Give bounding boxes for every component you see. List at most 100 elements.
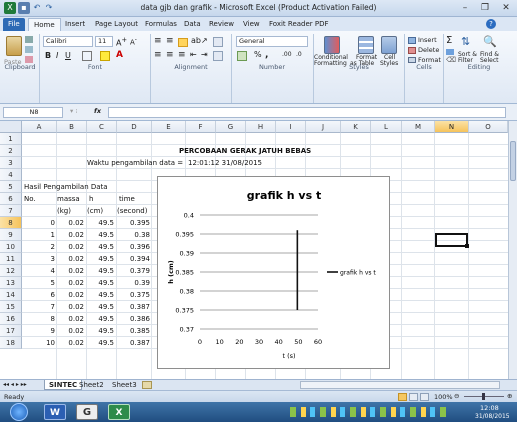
cell-h[interactable]: 49.5 <box>84 325 114 337</box>
zoom-slider-thumb[interactable] <box>482 393 485 400</box>
cell-time[interactable]: 0.396 <box>120 241 150 253</box>
tab-file[interactable]: File <box>3 18 25 31</box>
help-icon[interactable]: ? <box>486 19 496 29</box>
cell-h[interactable]: 49.5 <box>84 313 114 325</box>
clock-date[interactable]: 31/08/2015 <box>475 413 510 420</box>
cell-time[interactable]: 0.395 <box>120 217 150 229</box>
cell-time[interactable]: 0.387 <box>120 301 150 313</box>
insert-sheet-icon[interactable] <box>142 381 152 389</box>
select-all-corner[interactable] <box>0 121 22 133</box>
cell-h[interactable]: 49.5 <box>84 229 114 241</box>
font-name-select[interactable]: Calibri <box>43 36 93 47</box>
cell-h[interactable]: 49.5 <box>84 277 114 289</box>
insert-cells-icon[interactable] <box>408 37 416 44</box>
row-header-7[interactable]: 7 <box>0 205 22 217</box>
row-header-5[interactable]: 5 <box>0 181 22 193</box>
borders-icon[interactable] <box>82 51 92 61</box>
insert-function-icon[interactable]: fx <box>94 107 101 115</box>
row-header-16[interactable]: 16 <box>0 313 22 325</box>
cell-massa[interactable]: 0.02 <box>54 337 84 349</box>
cell-waktu-label[interactable]: Waktu pengambilan data = <box>87 157 183 169</box>
cell-no[interactable]: 9 <box>25 325 55 337</box>
cell-time[interactable]: 0.387 <box>120 337 150 349</box>
selected-cell[interactable] <box>435 233 468 247</box>
cell-no[interactable]: 10 <box>25 337 55 349</box>
wrap-text-icon[interactable] <box>213 37 223 47</box>
currency-icon[interactable] <box>237 51 247 61</box>
bold-icon[interactable]: B <box>45 51 51 60</box>
cell-massa[interactable]: 0.02 <box>54 301 84 313</box>
align-top-icon[interactable]: ≡ <box>154 36 162 46</box>
column-header-i[interactable]: I <box>276 121 306 133</box>
align-bottom-icon[interactable] <box>178 38 188 47</box>
italic-icon[interactable]: I <box>56 51 58 60</box>
column-header-f[interactable]: F <box>186 121 216 133</box>
word-taskbar-icon[interactable]: W <box>44 404 66 420</box>
column-header-l[interactable]: L <box>371 121 402 133</box>
cell-no[interactable]: 7 <box>25 301 55 313</box>
cell-massa[interactable]: 0.02 <box>54 241 84 253</box>
row-header-1[interactable]: 1 <box>0 133 22 145</box>
increase-indent-icon[interactable]: ⇥ <box>201 50 208 59</box>
tab-home[interactable]: Home <box>28 18 61 31</box>
insert-label[interactable]: Insert <box>418 36 437 44</box>
fill-icon[interactable] <box>446 49 454 55</box>
underline-icon[interactable]: U <box>65 51 71 60</box>
restore-button[interactable]: ❐ <box>475 1 495 15</box>
column-header-g[interactable]: G <box>216 121 246 133</box>
cell-h[interactable]: 49.5 <box>84 253 114 265</box>
cell-unit-massa[interactable]: (kg) <box>57 205 71 217</box>
conditional-formatting-icon[interactable] <box>324 36 340 54</box>
normal-view-icon[interactable] <box>398 393 407 401</box>
row-header-2[interactable]: 2 <box>0 145 22 157</box>
merge-center-icon[interactable] <box>213 51 223 61</box>
cell-h[interactable]: 49.5 <box>84 265 114 277</box>
shrink-font-icon[interactable]: A- <box>130 37 137 46</box>
cell-massa[interactable]: 0.02 <box>54 217 84 229</box>
column-header-b[interactable]: B <box>57 121 87 133</box>
paste-icon[interactable] <box>6 36 22 56</box>
cell-header-h[interactable]: h <box>89 193 93 205</box>
orientation-icon[interactable]: ab↗ <box>191 36 208 45</box>
cell-no[interactable]: 0 <box>25 217 55 229</box>
tab-insert[interactable]: Insert <box>60 18 90 31</box>
tab-page-layout[interactable]: Page Layout <box>90 18 143 31</box>
row-header-3[interactable]: 3 <box>0 157 22 169</box>
row-header-13[interactable]: 13 <box>0 277 22 289</box>
cell-title[interactable]: PERCOBAAN GERAK JATUH BEBAS <box>179 145 311 157</box>
cell-no[interactable]: 5 <box>25 277 55 289</box>
delete-cells-icon[interactable] <box>408 47 416 54</box>
cell-massa[interactable]: 0.02 <box>54 313 84 325</box>
system-tray-icons[interactable] <box>290 407 450 417</box>
row-header-9[interactable]: 9 <box>0 229 22 241</box>
zoom-in-icon[interactable]: ⊕ <box>507 392 512 400</box>
cell-massa[interactable]: 0.02 <box>54 325 84 337</box>
tab-formulas[interactable]: Formulas <box>140 18 182 31</box>
cell-massa[interactable]: 0.02 <box>54 229 84 241</box>
font-color-icon[interactable]: A <box>116 50 123 60</box>
column-header-c[interactable]: C <box>87 121 117 133</box>
row-header-8[interactable]: 8 <box>0 217 22 229</box>
start-button-icon[interactable] <box>10 403 28 421</box>
app-taskbar-icon[interactable]: G <box>76 404 98 420</box>
font-size-select[interactable]: 11 <box>95 36 113 47</box>
cut-icon[interactable] <box>25 36 33 43</box>
sheet-tab-sheet2[interactable]: Sheet2 <box>75 380 108 390</box>
cell-massa[interactable]: 0.02 <box>54 265 84 277</box>
align-right-icon[interactable]: ≡ <box>178 50 186 60</box>
row-header-17[interactable]: 17 <box>0 325 22 337</box>
row-header-15[interactable]: 15 <box>0 301 22 313</box>
column-header-h[interactable]: H <box>246 121 276 133</box>
fill-color-icon[interactable] <box>100 51 110 61</box>
cell-h[interactable]: 49.5 <box>84 241 114 253</box>
column-header-a[interactable]: A <box>22 121 57 133</box>
cell-no[interactable]: 8 <box>25 313 55 325</box>
column-header-o[interactable]: O <box>469 121 508 133</box>
row-header-11[interactable]: 11 <box>0 253 22 265</box>
cell-h[interactable]: 49.5 <box>84 289 114 301</box>
column-header-k[interactable]: K <box>341 121 371 133</box>
row-header-12[interactable]: 12 <box>0 265 22 277</box>
cell-time[interactable]: 0.385 <box>120 325 150 337</box>
increase-decimal-icon[interactable]: .00 <box>282 51 292 58</box>
cell-no[interactable]: 6 <box>25 289 55 301</box>
